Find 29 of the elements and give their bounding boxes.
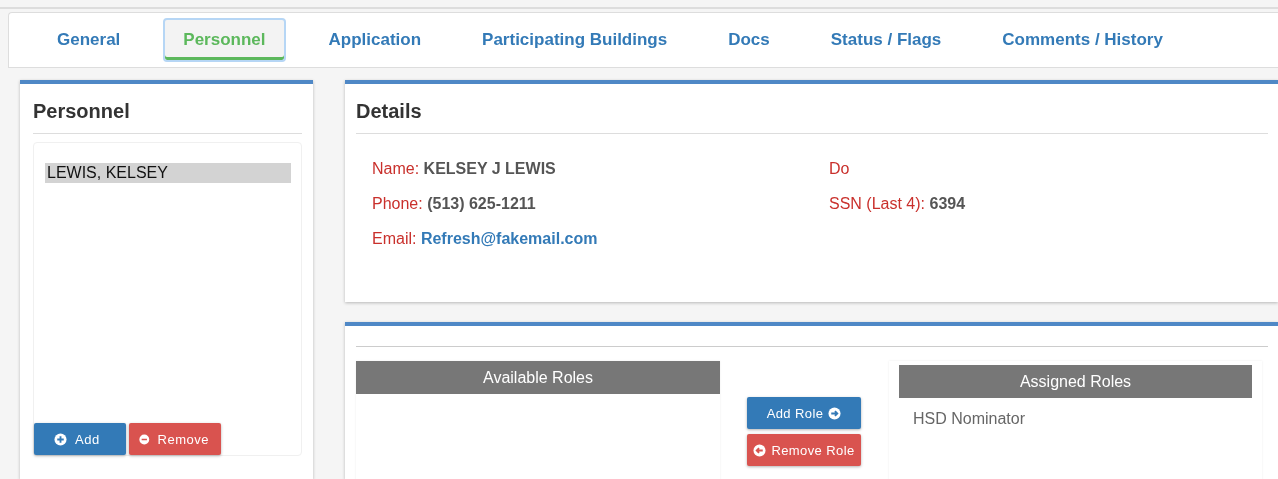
remove-button[interactable]: Remove [129, 423, 221, 455]
add-button[interactable]: Add [34, 423, 126, 455]
tab[interactable]: Participating Buildings [464, 20, 686, 60]
field-label: Do [829, 160, 850, 177]
field-label: Email: [372, 230, 417, 247]
field-value: (513) 625-1211 [427, 195, 536, 212]
field-value: 6394 [929, 195, 966, 212]
tab[interactable]: Status / Flags [812, 20, 960, 60]
tab[interactable]: General [39, 20, 139, 60]
minus-circle-icon [139, 432, 150, 446]
panel-title: Details [356, 84, 1268, 134]
field-label: Name: [372, 160, 420, 177]
list-header: Available Roles [356, 361, 720, 394]
remove-role-button[interactable]: Remove Role [747, 434, 861, 466]
tab[interactable]: Application [310, 20, 440, 60]
field-label: Phone: [372, 195, 423, 212]
email-link[interactable]: Refresh@fakemail.com [420, 230, 598, 247]
arrow-right-circle-icon [828, 406, 842, 420]
plus-circle-icon [54, 432, 67, 446]
tab[interactable]: Comments / History [984, 20, 1181, 60]
add-role-button[interactable]: Add Role [747, 397, 861, 429]
field-value: KELSEY J LEWIS [423, 160, 556, 177]
field-label: SSN (Last 4): [829, 195, 926, 212]
panel-title: Personnel [33, 84, 302, 134]
list-header: Assigned Roles [899, 365, 1252, 398]
role-item[interactable]: HSD Nominator [899, 398, 1252, 428]
person-item[interactable]: LEWIS, KELSEY [45, 163, 291, 183]
arrow-left-circle-icon [753, 443, 767, 457]
tab[interactable]: Docs [710, 20, 788, 60]
